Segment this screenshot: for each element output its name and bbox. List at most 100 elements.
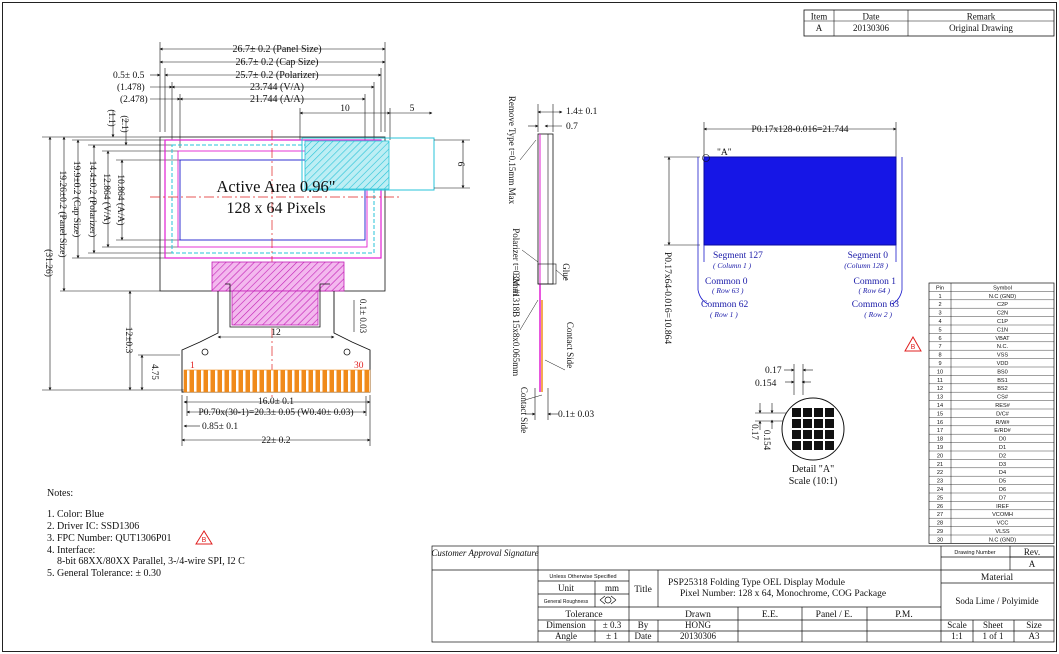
tolerance-label: Tolerance — [565, 610, 602, 620]
pin-row-20-pin: 20 — [937, 453, 943, 459]
fpc-pin-last: 30 — [354, 361, 364, 371]
dim-aa: 21.744 (A/A) — [250, 94, 304, 105]
revision-table: Item Date Remark A 20130306 Original Dra… — [803, 9, 1055, 37]
detail-dim-0154: 0.154 — [755, 379, 777, 389]
glue-label: Glue — [561, 263, 571, 281]
row-1: ( Row 1 ) — [710, 310, 738, 319]
pin-row-2-symbol: C2P — [997, 302, 1008, 308]
contact-side-label: Contact Side — [565, 322, 575, 368]
segment-127: Segment 127 — [713, 251, 763, 261]
drawn-label: Drawn — [685, 610, 711, 620]
pin-row-26-pin: 26 — [937, 504, 943, 510]
scale-label: Scale — [947, 620, 967, 630]
dim-cap-size: 26.7± 0.2 (Cap Size) — [236, 57, 319, 68]
rev-badge-letter: B — [911, 344, 916, 351]
sheet-label: Sheet — [983, 620, 1003, 630]
rev-header-remark: Remark — [967, 12, 996, 22]
dim-top-5: 5 — [410, 104, 415, 114]
pin-row-10-symbol: BS0 — [997, 369, 1008, 375]
pin-row-28-pin: 28 — [937, 521, 943, 527]
note-2: 2. Driver IC: SSD1306 — [47, 521, 139, 532]
unit-label: Unit — [558, 583, 575, 593]
by-label: By — [638, 620, 649, 630]
active-area-pixels: 128 x 64 Pixels — [226, 200, 325, 217]
column-1: ( Column 1 ) — [713, 261, 752, 270]
pin-row-3-pin: 3 — [938, 311, 941, 317]
pin-row-8-symbol: VSS — [997, 353, 1008, 359]
detail-a-scale: Scale (10:1) — [789, 476, 838, 487]
dim-va: 23.744 (V/A) — [250, 82, 304, 93]
contact-side-label-2: Contact Side — [519, 387, 529, 433]
dim-12-03: 12±0.3 — [123, 327, 133, 354]
pin-row-14-symbol: RES# — [995, 403, 1011, 409]
pin-row-14-pin: 14 — [937, 403, 943, 409]
title-label: Title — [634, 585, 652, 595]
removal-tape-label: Remove Type t=0.15mm Max — [507, 96, 517, 205]
pin-row-15-pin: 15 — [937, 411, 943, 417]
title-line-1: PSP25318 Folding Type OEL Display Module — [668, 578, 845, 588]
active-area-title: Active Area 0.96" — [217, 177, 336, 196]
pin-row-22-pin: 22 — [937, 470, 943, 476]
pin-row-6-pin: 6 — [938, 336, 941, 342]
pin-row-17-pin: 17 — [937, 428, 943, 434]
dim-side-6: 6 — [455, 162, 465, 167]
pin-row-18-symbol: D0 — [999, 437, 1006, 443]
row-63: ( Row 63 ) — [712, 286, 744, 295]
dim-aa-height: 10.864 (A/A) — [115, 174, 126, 225]
ee-label: E.E. — [762, 610, 778, 620]
pin-row-22-symbol: D4 — [999, 470, 1006, 476]
pin-row-27-symbol: VCOMH — [992, 512, 1013, 518]
pin-row-25-pin: 25 — [937, 495, 943, 501]
dimension-label: Dimension — [546, 620, 586, 630]
pixel-side-dim: P0.17x64-0.016=10.864 — [662, 252, 672, 344]
pixel-diagram: "A" P0.17x128-0.016=21.744 P0.17x64-0.01… — [662, 122, 922, 487]
pin-row-26-symbol: IREF — [996, 504, 1009, 510]
dim-cap-height: 19.9±0.2 (Cap Size) — [71, 161, 82, 237]
notes: Notes: 1. Color: Blue 2. Driver IC: SSD1… — [47, 488, 245, 579]
pin-row-4-pin: 4 — [938, 319, 941, 325]
pin-row-23-pin: 23 — [937, 479, 943, 485]
pin-table-header-symbol: Symbol — [993, 285, 1012, 291]
row-2: ( Row 2 ) — [864, 310, 892, 319]
pin-row-18-pin: 18 — [937, 437, 943, 443]
common-62: Common 62 — [701, 300, 748, 310]
pin-row-10-pin: 10 — [937, 369, 943, 375]
size-value: A3 — [1029, 631, 1040, 641]
pin-row-4-symbol: C1P — [997, 319, 1008, 325]
dim-top-10: 10 — [340, 104, 350, 114]
pin-row-29-pin: 29 — [937, 529, 943, 535]
detail-a-title: Detail "A" — [792, 464, 834, 475]
note-3: 3. FPC Number: QUT1306P01 — [47, 533, 171, 544]
pin-row-2-pin: 2 — [938, 302, 941, 308]
general-roughness: General Roughness — [544, 599, 589, 605]
pin-row-3-symbol: C2N — [997, 311, 1008, 317]
note-4: 4. Interface: — [47, 545, 95, 556]
pin-row-9-symbol: VDD — [997, 361, 1009, 367]
pin-row-12-pin: 12 — [937, 386, 943, 392]
row-64: ( Row 64 ) — [859, 286, 891, 295]
side-dim-01: 0.1± 0.03 — [558, 410, 594, 420]
column-128: (Column 128 ) — [844, 261, 888, 270]
dim-side-1-1: (1.1) — [107, 109, 117, 126]
rev-remark: Original Drawing — [949, 23, 1013, 33]
front-view: 26.7± 0.2 (Panel Size) 26.7± 0.2 (Cap Si… — [42, 42, 470, 446]
pin-row-1-symbol: N.C (GND) — [989, 294, 1016, 300]
dim-fpc-thk: 0.1± 0.03 — [358, 299, 368, 334]
pin-row-7-pin: 7 — [938, 344, 941, 350]
by-value: HONG — [685, 620, 711, 630]
pin-row-23-symbol: D5 — [999, 479, 1006, 485]
pin-row-24-pin: 24 — [937, 487, 943, 493]
pin-row-7-symbol: N.C. — [997, 344, 1009, 350]
blue-active-panel — [703, 156, 897, 246]
dim-offset-05: 0.5± 0.5 — [113, 71, 145, 81]
side-dim-07: 0.7 — [566, 122, 578, 132]
pin-row-30-pin: 30 — [937, 537, 943, 543]
roughness-symbol-icon — [599, 595, 617, 605]
dim-pitch: P0.70x(30-1)=20.3± 0.05 (W0.40± 0.03) — [198, 407, 353, 418]
date-value: 20130306 — [680, 631, 717, 641]
dim-polarizer: 25.7± 0.2 (Polarizer) — [235, 70, 318, 81]
panel-e-label: Panel / E. — [816, 610, 853, 620]
pin-row-19-symbol: D1 — [999, 445, 1006, 451]
date-label: Date — [635, 631, 652, 641]
title-line-2: Pixel Number: 128 x 64, Monochrome, COG … — [680, 589, 886, 599]
